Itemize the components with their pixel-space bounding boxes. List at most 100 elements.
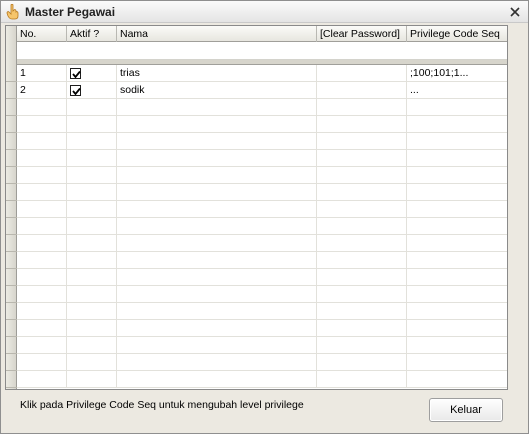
filter-row[interactable] [17,42,507,60]
empty-cell [407,235,507,252]
empty-cell [17,201,67,218]
column-header-no[interactable]: No. [17,26,67,42]
column-header-aktif[interactable]: Aktif ? [67,26,117,42]
empty-cell [117,337,317,354]
close-icon [510,7,520,17]
row-indicator [6,252,17,269]
empty-cell [67,184,117,201]
cell-aktif[interactable] [67,65,117,82]
aktif-checkbox[interactable] [70,68,81,79]
empty-row [17,184,507,201]
empty-cell [67,150,117,167]
title-bar: Master Pegawai [1,1,528,23]
grid-header: No. Aktif ? Nama [Clear Password] Privil… [17,26,507,42]
row-indicator [6,167,17,184]
empty-cell [17,218,67,235]
empty-cell [17,133,67,150]
row-indicator [6,269,17,286]
empty-cell [17,286,67,303]
empty-cell [117,286,317,303]
cell-nama[interactable]: sodik [117,82,317,99]
cell-clear-password[interactable] [317,65,407,82]
empty-cell [67,201,117,218]
empty-cell [17,269,67,286]
empty-cell [117,201,317,218]
empty-cell [117,354,317,371]
empty-row [17,201,507,218]
empty-cell [407,354,507,371]
cell-nama[interactable]: trias [117,65,317,82]
empty-cell [17,354,67,371]
empty-cell [317,218,407,235]
empty-cell [317,303,407,320]
table-row[interactable]: 2 sodik ... [17,82,507,99]
empty-row [17,371,507,388]
cell-no[interactable]: 2 [17,82,67,99]
empty-cell [407,371,507,388]
empty-cell [317,201,407,218]
table-row[interactable]: 1 trias ;100;101;1... [17,65,507,82]
empty-row [17,269,507,286]
empty-cell [407,218,507,235]
column-header-nama[interactable]: Nama [117,26,317,42]
empty-cell [17,99,67,116]
window-title: Master Pegawai [25,5,116,19]
cell-privilege-code-seq[interactable]: ;100;101;1... [407,65,507,82]
empty-cell [67,99,117,116]
empty-cell [407,167,507,184]
empty-cell [317,269,407,286]
pegawai-grid[interactable]: No. Aktif ? Nama [Clear Password] Privil… [5,25,508,390]
empty-row [17,150,507,167]
row-indicator [6,337,17,354]
cell-no[interactable]: 1 [17,65,67,82]
empty-row [17,354,507,371]
empty-row [17,167,507,184]
empty-cell [17,252,67,269]
empty-cell [117,99,317,116]
column-header-privilege-code-seq[interactable]: Privilege Code Seq [407,26,507,42]
empty-cell [407,201,507,218]
empty-cell [317,337,407,354]
row-indicator [6,354,17,371]
empty-cell [67,116,117,133]
empty-cell [407,252,507,269]
empty-cell [117,218,317,235]
empty-cell [67,286,117,303]
keluar-button[interactable]: Keluar [429,398,503,422]
empty-cell [117,371,317,388]
column-header-clear-password[interactable]: [Clear Password] [317,26,407,42]
empty-cell [117,269,317,286]
close-button[interactable] [506,4,524,20]
empty-row [17,286,507,303]
empty-cell [407,184,507,201]
empty-cell [317,116,407,133]
cell-aktif[interactable] [67,82,117,99]
empty-cell [117,303,317,320]
empty-cell [67,133,117,150]
empty-cell [407,337,507,354]
empty-cell [317,184,407,201]
empty-cell [407,286,507,303]
aktif-checkbox[interactable] [70,85,81,96]
empty-cell [67,252,117,269]
empty-cell [407,303,507,320]
empty-cell [117,150,317,167]
empty-cell [317,354,407,371]
row-indicator [6,218,17,235]
empty-cell [17,337,67,354]
cell-clear-password[interactable] [317,82,407,99]
cell-privilege-code-seq[interactable]: ... [407,82,507,99]
empty-row [17,218,507,235]
empty-cell [317,286,407,303]
empty-row [17,133,507,150]
empty-cell [317,167,407,184]
empty-cell [117,235,317,252]
empty-cell [407,269,507,286]
empty-cell [317,235,407,252]
empty-row [17,303,507,320]
row-indicator [6,235,17,252]
empty-cell [117,133,317,150]
empty-cell [317,133,407,150]
row-indicator [6,99,17,116]
right-margin [508,25,528,390]
